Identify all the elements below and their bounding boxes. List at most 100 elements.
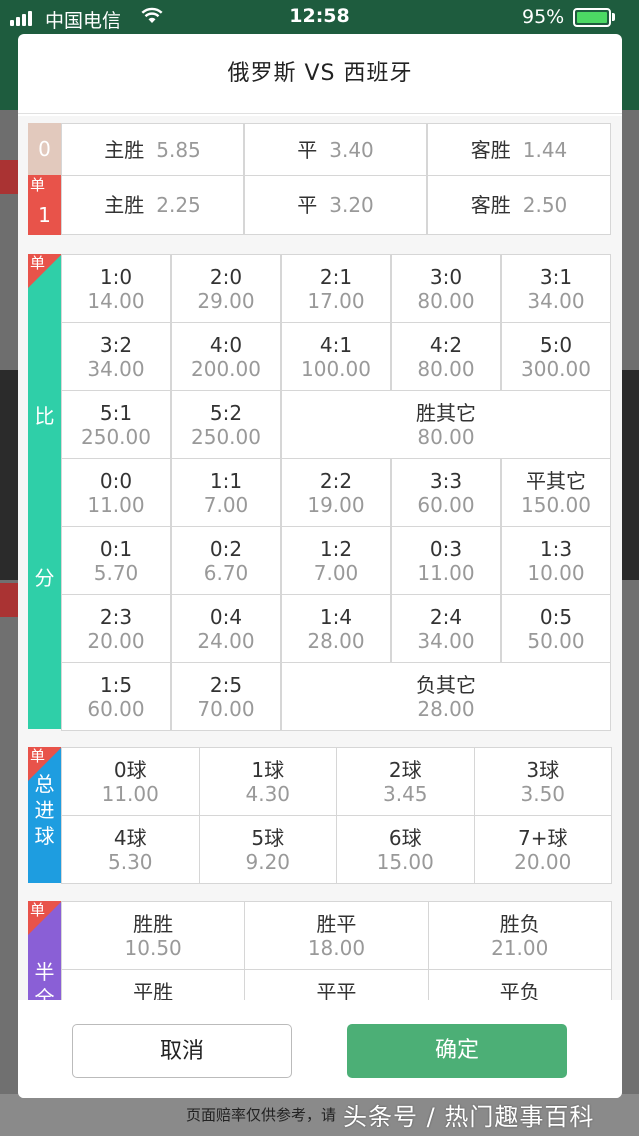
background-footer-text: 页面赔率仅供参考，请: [186, 1106, 337, 1124]
score-option[interactable]: 2:1 17.00: [281, 254, 391, 323]
score-option[interactable]: 4:2 80.00: [391, 322, 501, 391]
score-option[interactable]: 0:5 50.00: [501, 594, 611, 663]
score-option[interactable]: 5:0 300.00: [501, 322, 611, 391]
option-label: 1:0: [99, 264, 133, 289]
option-label: 3:1: [539, 264, 573, 289]
option-label: 2:4: [429, 604, 463, 629]
score-option[interactable]: 1:2 7.00: [281, 526, 391, 595]
goals-option[interactable]: 3球 3.50: [473, 747, 612, 816]
option-label: 4:0: [209, 332, 243, 357]
option-odds: 28.00: [307, 628, 365, 653]
score-option[interactable]: 3:2 34.00: [61, 322, 171, 391]
option-odds: 250.00: [81, 424, 151, 449]
option-label: 3:0: [429, 264, 463, 289]
option-odds: 34.00: [527, 288, 585, 313]
score-option[interactable]: 2:3 20.00: [61, 594, 171, 663]
halffull-option[interactable]: 胜平 18.00: [244, 901, 429, 970]
score-option[interactable]: 1:5 60.00: [61, 662, 171, 731]
option-label: 平: [297, 137, 318, 162]
option-label: 平胜: [133, 979, 174, 1001]
halffull-option[interactable]: 平负: [427, 969, 612, 1001]
option-odds: 3.50: [520, 781, 566, 806]
option-label: 平负: [499, 979, 540, 1001]
option-odds: 7.00: [203, 492, 249, 517]
option-label: 2:2: [319, 468, 353, 493]
goals-option[interactable]: 1球 4.30: [198, 747, 337, 816]
score-option[interactable]: 0:3 11.00: [391, 526, 501, 595]
option-odds: 11.00: [87, 492, 145, 517]
spf-away-win-1[interactable]: 客胜 2.50: [427, 175, 611, 235]
score-option[interactable]: 4:1 100.00: [281, 322, 391, 391]
score-option[interactable]: 3:3 60.00: [391, 458, 501, 527]
score-option[interactable]: 胜其它 80.00: [281, 390, 611, 459]
goals-option[interactable]: 0球 11.00: [61, 747, 200, 816]
battery-tip: [612, 13, 615, 21]
option-label: 4:2: [429, 332, 463, 357]
option-odds: 80.00: [417, 288, 475, 313]
option-odds: 150.00: [521, 492, 591, 517]
score-option[interactable]: 0:2 6.70: [171, 526, 281, 595]
option-label: 2:3: [99, 604, 133, 629]
option-label: 4球: [113, 825, 147, 850]
option-odds: 3.40: [329, 137, 374, 162]
score-option[interactable]: 2:5 70.00: [171, 662, 281, 731]
score-option[interactable]: 负其它 28.00: [281, 662, 611, 731]
option-label: 0:0: [99, 468, 133, 493]
spf-home-win-0[interactable]: 主胜 5.85: [61, 123, 244, 176]
score-option[interactable]: 5:2 250.00: [171, 390, 281, 459]
score-option[interactable]: 1:3 10.00: [501, 526, 611, 595]
score-option[interactable]: 平其它 150.00: [501, 458, 611, 527]
option-label: 7+球: [518, 825, 568, 850]
spf-draw-0[interactable]: 平 3.40: [244, 123, 427, 176]
option-odds: 3.20: [329, 193, 374, 217]
confirm-button[interactable]: 确定: [347, 1024, 567, 1078]
score-option[interactable]: 3:0 80.00: [391, 254, 501, 323]
goals-option[interactable]: 7+球 20.00: [473, 815, 612, 884]
option-odds: 18.00: [307, 935, 366, 960]
score-option[interactable]: 2:0 29.00: [171, 254, 281, 323]
score-option[interactable]: 5:1 250.00: [61, 390, 171, 459]
spf-home-win-1[interactable]: 主胜 2.25: [61, 175, 244, 235]
goals-option[interactable]: 5球 9.20: [198, 815, 337, 884]
halffull-single-tag: 单: [30, 901, 46, 919]
option-odds: 4.30: [245, 781, 291, 806]
goals-title-2: 进: [34, 798, 55, 822]
option-odds: 50.00: [527, 628, 585, 653]
option-label: 平平: [316, 979, 357, 1001]
spf-away-win-0[interactable]: 客胜 1.44: [427, 123, 611, 176]
option-label: 1:2: [319, 536, 353, 561]
spf-draw-1[interactable]: 平 3.20: [244, 175, 427, 235]
option-label: 客胜: [470, 193, 511, 217]
goals-single-tag: 单: [30, 747, 46, 765]
goals-option[interactable]: 6球 15.00: [336, 815, 475, 884]
modal-title: 俄罗斯 VS 西班牙: [18, 34, 622, 114]
halffull-option[interactable]: 平胜: [61, 969, 246, 1001]
score-option[interactable]: 0:0 11.00: [61, 458, 171, 527]
score-option[interactable]: 1:4 28.00: [281, 594, 391, 663]
halffull-option[interactable]: 胜胜 10.50: [61, 901, 246, 970]
halffull-option[interactable]: 胜负 21.00: [427, 901, 612, 970]
option-odds: 28.00: [417, 696, 475, 721]
goals-option[interactable]: 4球 5.30: [61, 815, 200, 884]
score-option[interactable]: 3:1 34.00: [501, 254, 611, 323]
option-odds: 9.20: [245, 849, 291, 874]
halffull-option[interactable]: 平平: [244, 969, 429, 1001]
goals-option[interactable]: 2球 3.45: [336, 747, 475, 816]
score-option[interactable]: 1:1 7.00: [171, 458, 281, 527]
score-option[interactable]: 1:0 14.00: [61, 254, 171, 323]
option-label: 平: [297, 193, 318, 217]
option-odds: 7.00: [313, 560, 359, 585]
score-option[interactable]: 2:4 34.00: [391, 594, 501, 663]
score-option[interactable]: 0:1 5.70: [61, 526, 171, 595]
goals-title-3: 球: [34, 824, 55, 848]
option-odds: 19.00: [307, 492, 365, 517]
option-odds: 6.70: [203, 560, 249, 585]
option-label: 胜平: [316, 911, 357, 936]
score-option[interactable]: 2:2 19.00: [281, 458, 391, 527]
score-option[interactable]: 4:0 200.00: [171, 322, 281, 391]
cancel-button[interactable]: 取消: [72, 1024, 292, 1078]
score-option[interactable]: 0:4 24.00: [171, 594, 281, 663]
option-label: 5:1: [99, 400, 133, 425]
option-odds: 300.00: [521, 356, 591, 381]
option-odds: 250.00: [191, 424, 261, 449]
